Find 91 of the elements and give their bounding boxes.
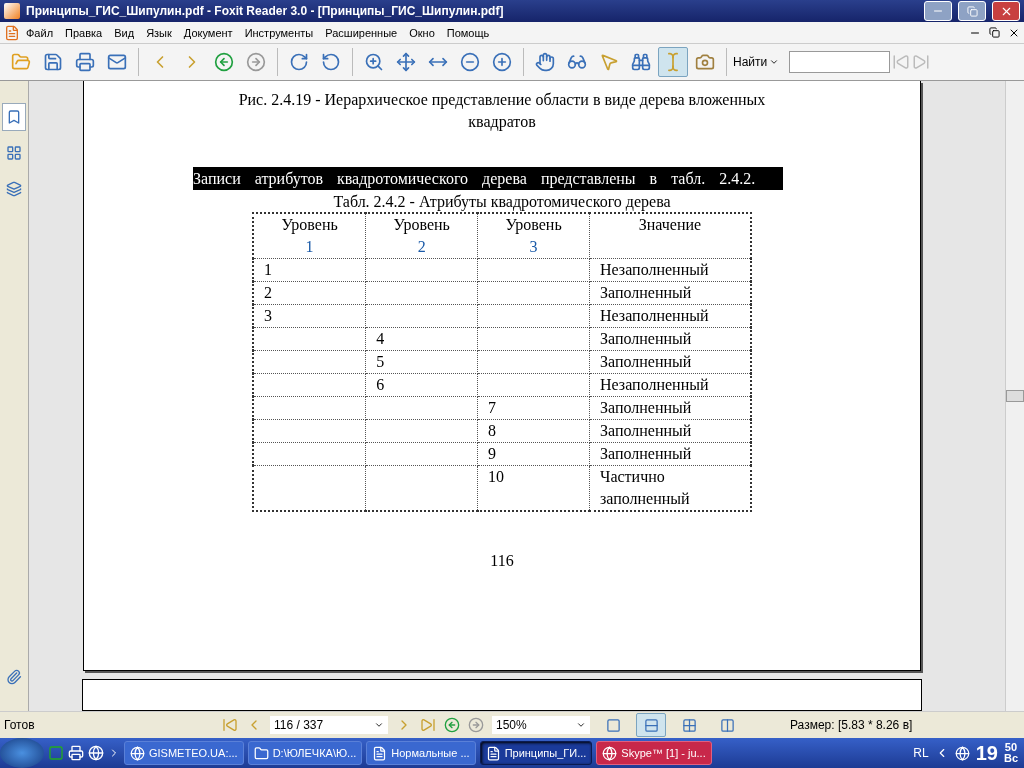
column-header: Уровень 1 bbox=[253, 213, 366, 259]
taskbar-button[interactable]: Skype™ [1] - ju... bbox=[596, 741, 712, 765]
continuous-layout-button[interactable] bbox=[636, 713, 666, 737]
envelope-icon bbox=[107, 52, 127, 72]
menu-item[interactable]: Инструменты bbox=[238, 24, 320, 41]
menu-item[interactable]: Правка bbox=[59, 24, 109, 41]
menu-item[interactable]: Язык bbox=[140, 24, 178, 41]
globe-icon bbox=[602, 745, 618, 761]
minimize-button[interactable] bbox=[924, 1, 952, 21]
table-cell: 6 bbox=[365, 373, 478, 397]
globe-icon[interactable] bbox=[88, 745, 104, 761]
dropdown-icon bbox=[576, 720, 586, 730]
document-icon bbox=[485, 745, 501, 761]
scrollbar[interactable] bbox=[1005, 81, 1024, 711]
folder-icon bbox=[253, 745, 269, 761]
clock-minutes: 50 bbox=[1004, 742, 1018, 753]
paragraph: Записи атрибутов квадротомического дерева представлены в табл. 2.4.2. bbox=[193, 167, 783, 190]
pointer-icon bbox=[599, 52, 619, 72]
language-indicator[interactable]: RL bbox=[913, 746, 929, 760]
column-header: Уровень 3 bbox=[477, 213, 590, 259]
table-cell: 9 bbox=[477, 442, 590, 466]
taskbar-button[interactable]: D:\ЮЛЕЧКА\Ю... bbox=[247, 741, 363, 765]
table-cell: 1 bbox=[253, 258, 366, 282]
back-icon[interactable] bbox=[444, 717, 460, 733]
window-title: Принципы_ГИС_Шипулин.pdf - Foxit Reader 3.0 - [Принципы_ГИС_Шипулин.pdf] bbox=[26, 4, 505, 18]
grid-pages-icon bbox=[681, 717, 697, 733]
glasses-icon bbox=[567, 52, 587, 72]
table-cell: 7 bbox=[477, 396, 590, 420]
fit-page-icon bbox=[396, 52, 416, 72]
menu-item[interactable]: Окно bbox=[403, 24, 441, 41]
status-text: Готов bbox=[4, 718, 36, 732]
forward-icon bbox=[246, 52, 266, 72]
start-button[interactable] bbox=[0, 738, 44, 768]
globe-icon bbox=[130, 745, 145, 761]
forward-icon[interactable] bbox=[468, 717, 484, 733]
restore-button[interactable] bbox=[958, 1, 986, 21]
table-cell: 3 bbox=[253, 304, 366, 328]
table-cell: 8 bbox=[477, 419, 590, 443]
page-size: Размер: [5.83 * 8.26 в] bbox=[790, 718, 913, 732]
dropdown-icon[interactable] bbox=[769, 57, 780, 67]
menu-item[interactable]: Файл bbox=[20, 24, 60, 41]
last-page-icon[interactable] bbox=[420, 717, 436, 733]
binoculars-icon bbox=[631, 52, 651, 72]
dropdown-icon bbox=[374, 720, 384, 730]
bookmark-icon bbox=[6, 109, 22, 125]
taskbar-button[interactable]: Нормальные ... bbox=[366, 741, 476, 765]
column-header: Уровень 2 bbox=[365, 213, 478, 259]
restore-icon[interactable] bbox=[989, 27, 1000, 38]
thumbnails-icon bbox=[6, 145, 22, 161]
layers-icon bbox=[6, 181, 22, 197]
rotate-clockwise-icon bbox=[289, 52, 309, 72]
continuous-page-icon bbox=[643, 717, 659, 733]
hand-icon bbox=[535, 52, 555, 72]
taskbar-button[interactable]: GISMETEO.UA:... bbox=[124, 741, 244, 765]
back-icon bbox=[214, 52, 234, 72]
scroll-thumb[interactable] bbox=[1006, 390, 1024, 402]
page-number: 116 bbox=[490, 552, 514, 570]
network-icon[interactable] bbox=[954, 745, 970, 761]
table-cell: 4 bbox=[365, 327, 478, 351]
first-page-icon[interactable] bbox=[222, 717, 238, 733]
camera-icon bbox=[695, 52, 715, 72]
plus-icon bbox=[492, 52, 512, 72]
folder-icon bbox=[11, 52, 31, 72]
restore-icon bbox=[966, 5, 978, 17]
zoom-field[interactable]: 150% bbox=[492, 716, 590, 734]
figure-caption: Рис. 2.4.19 - Иерархическое представление области в виде дерева вложенных квадратов bbox=[237, 90, 767, 133]
clock-day: Вс bbox=[1003, 753, 1018, 764]
taskbar-button[interactable]: Принципы_ГИ... bbox=[479, 741, 593, 765]
page-field[interactable]: 116 / 337 bbox=[270, 716, 388, 734]
table-cell: 5 bbox=[365, 350, 478, 374]
clock-hours: 19 bbox=[975, 741, 998, 765]
zoom-in-icon bbox=[364, 52, 384, 72]
table-cell: 2 bbox=[253, 281, 366, 305]
menu-item[interactable]: Помощь bbox=[440, 24, 496, 41]
text-tool-button[interactable] bbox=[658, 47, 688, 77]
menu-item[interactable]: Документ bbox=[177, 24, 239, 41]
paperclip-icon bbox=[6, 669, 22, 685]
menu-item[interactable]: Расширенные bbox=[319, 24, 404, 41]
document-icon bbox=[372, 745, 388, 761]
close-button[interactable] bbox=[992, 1, 1020, 21]
find-field[interactable] bbox=[789, 51, 891, 73]
single-page-icon bbox=[605, 717, 621, 733]
menu-item[interactable]: Вид bbox=[108, 24, 141, 41]
minus-icon bbox=[460, 52, 480, 72]
document-icon bbox=[4, 24, 20, 41]
find-label: Найти bbox=[733, 55, 768, 69]
printer-icon bbox=[75, 52, 95, 72]
rotate-counterclockwise-icon bbox=[321, 52, 341, 72]
table-caption: Табл. 2.4.2 - Атрибуты квадротомического дерева bbox=[333, 192, 671, 212]
facing-pages-icon bbox=[719, 717, 735, 733]
bookmarks-tab[interactable] bbox=[2, 103, 26, 131]
